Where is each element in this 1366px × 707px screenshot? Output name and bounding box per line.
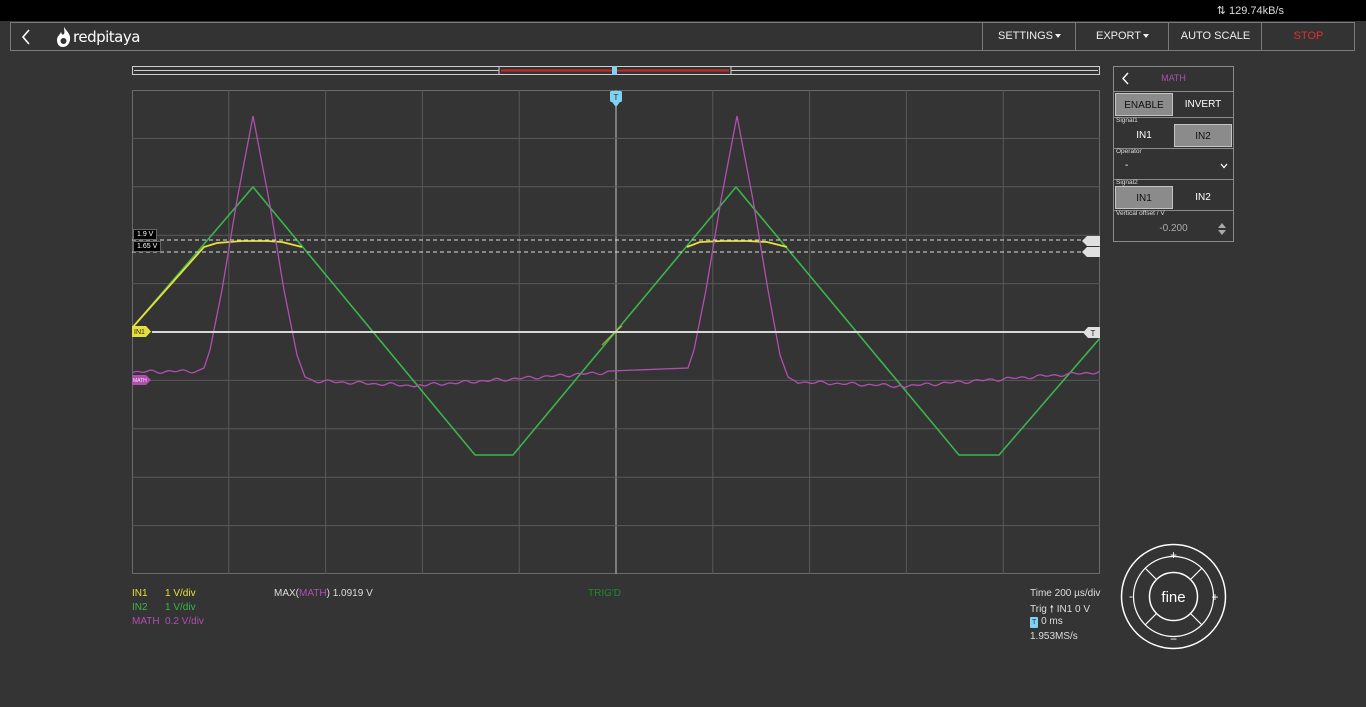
operator-select[interactable]: - — [1115, 155, 1232, 177]
signal2-in1-option[interactable]: IN1 — [1115, 186, 1173, 209]
in1-label: IN1 — [132, 588, 148, 599]
logo-text: redpitaya — [73, 28, 140, 46]
vertical-offset-label: Vertical offset / V — [1116, 210, 1165, 217]
svg-text:T: T — [1091, 329, 1096, 338]
vertical-offset-value: -0.200 — [1159, 223, 1188, 234]
caret-down-icon — [1055, 34, 1061, 39]
trigger-marker-letter: T — [614, 93, 619, 102]
in2-scale: 1 V/div — [165, 602, 196, 613]
settings-menu-button[interactable]: SETTINGS — [982, 23, 1076, 50]
math-scale: 0.2 V/div — [165, 616, 204, 627]
sample-rate: 1.953MS/s — [1030, 631, 1078, 642]
cursor2-handle[interactable] — [1082, 247, 1100, 257]
chevron-left-icon — [21, 29, 30, 45]
data-rate: ⇅ 129.74kB/s — [1217, 4, 1284, 17]
in1-offset-marker[interactable]: IN1 — [132, 326, 152, 337]
in2-label: IN2 — [132, 602, 148, 613]
signal1-in2-option[interactable]: IN2 — [1174, 124, 1232, 147]
math-label: MATH — [132, 616, 160, 627]
jog-dial[interactable]: fine + − - + — [1120, 543, 1227, 650]
operator-value: - — [1125, 160, 1129, 171]
cursor1-label: 1.9 V — [133, 229, 158, 240]
signal2-label: Signal2 — [1116, 179, 1138, 186]
jog-up-plus: + — [1170, 548, 1177, 562]
signal2-in2-option[interactable]: IN2 — [1174, 186, 1232, 209]
operator-label: Operator — [1116, 148, 1142, 155]
buffer-position-bar[interactable] — [132, 66, 1100, 75]
stop-button[interactable]: STOP — [1261, 23, 1355, 50]
jog-right-plus: + — [1211, 590, 1218, 604]
trigger-state: TRIG'D — [588, 588, 622, 599]
vertical-offset-input[interactable]: -0.200 — [1115, 218, 1232, 240]
status-bar: ⇅ 129.74kB/s — [0, 0, 1366, 21]
buffer-trigger-marker — [612, 66, 617, 75]
export-menu-button[interactable]: EXPORT — [1075, 23, 1169, 50]
flame-logo-icon — [57, 27, 71, 47]
time-offset: T 0 ms — [1030, 616, 1063, 628]
oscilloscope-graph[interactable] — [132, 90, 1100, 574]
signal1-in1-option[interactable]: IN1 — [1115, 124, 1173, 147]
invert-toggle[interactable]: INVERT — [1174, 93, 1232, 116]
in1-scale: 1 V/div — [165, 588, 196, 599]
svg-text:IN1: IN1 — [134, 329, 145, 336]
signal1-label: Signal1 — [1116, 117, 1138, 124]
fine-label: fine — [1161, 589, 1185, 606]
transfer-arrows-icon: ⇅ — [1216, 5, 1226, 17]
trigger-badge-icon: T — [1030, 617, 1039, 628]
svg-text:MATH: MATH — [133, 378, 147, 384]
auto-scale-label: AUTO SCALE — [1180, 30, 1251, 42]
export-label: EXPORT — [1095, 30, 1142, 42]
back-button[interactable] — [11, 23, 41, 50]
enable-toggle[interactable]: ENABLE — [1115, 93, 1173, 116]
jog-left-minus: - — [1129, 589, 1133, 603]
settings-label: SETTINGS — [997, 30, 1053, 42]
trigger-time-marker[interactable]: T — [610, 91, 622, 108]
stop-label: STOP — [1293, 30, 1324, 42]
chevron-down-icon — [1220, 163, 1228, 169]
jog-down-minus: − — [1170, 632, 1177, 646]
rising-edge-icon: 🠕 — [1049, 604, 1054, 615]
spinner-arrows-icon[interactable] — [1217, 222, 1227, 236]
math-settings-panel: MATH ENABLE INVERT Signal1 IN1 IN2 Opera… — [1113, 66, 1234, 242]
auto-scale-button[interactable]: AUTO SCALE — [1168, 23, 1262, 50]
measurement-readout: MAX(MATH) 1.0919 V — [274, 588, 373, 599]
math-panel-title: MATH — [1161, 73, 1186, 83]
cursor1-handle[interactable] — [1082, 236, 1100, 246]
data-rate-value: 129.74kB/s — [1228, 5, 1284, 17]
trigger-level-marker[interactable]: T — [1083, 327, 1100, 338]
in1-trace-rise — [601, 325, 623, 346]
top-navbar: redpitaya SETTINGS EXPORT AUTO SCALE STO… — [10, 22, 1355, 51]
caret-down-icon — [1143, 34, 1150, 39]
math-offset-marker[interactable]: MATH — [132, 375, 152, 385]
time-per-div: Time 200 µs/div — [1030, 588, 1101, 599]
in1-trace-peak2 — [686, 240, 788, 248]
cursor2-label: 1.65 V — [133, 241, 162, 252]
